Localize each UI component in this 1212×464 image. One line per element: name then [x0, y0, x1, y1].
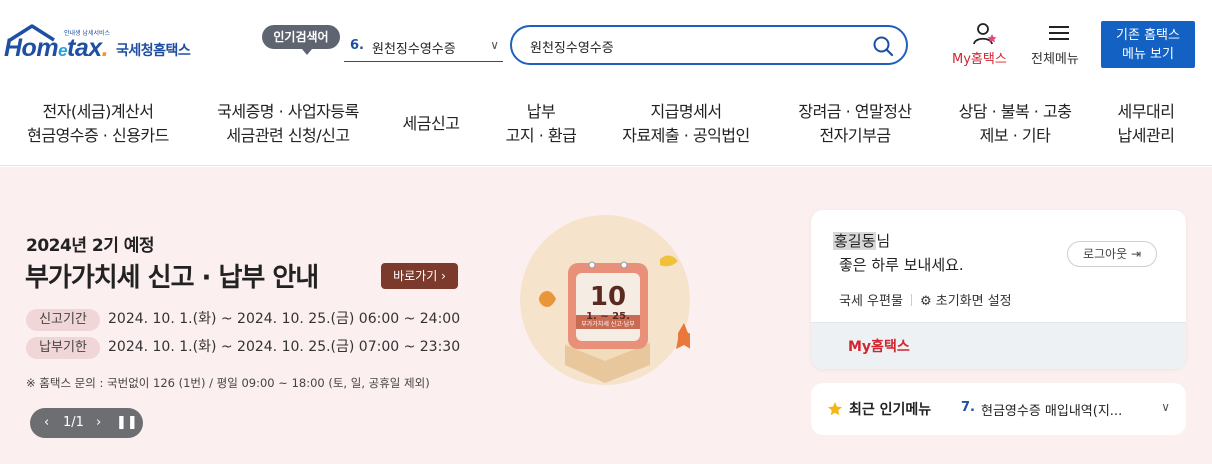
user-name: 홍길동	[833, 232, 877, 250]
home-setting-link[interactable]: 초기화면 설정	[936, 294, 1012, 309]
chevron-down-icon: ∨	[490, 38, 499, 52]
chevron-right-icon: ›	[441, 269, 446, 283]
payment-deadline-tag: 납부기한	[26, 337, 100, 359]
nav-payment-statement[interactable]: 지급명세서 자료제출 · 공익법인	[616, 100, 756, 148]
pause-icon[interactable]: ❚❚	[116, 415, 138, 430]
nav-payment[interactable]: 납부 고지 · 환급	[500, 100, 582, 148]
banner-go-button[interactable]: 바로가기 ›	[381, 263, 458, 289]
old-hometax-label-1: 기존 홈택스	[1116, 28, 1180, 43]
search-icon[interactable]	[872, 35, 894, 57]
old-hometax-label-2: 메뉴 보기	[1122, 47, 1174, 62]
popular-rank: 6.	[350, 38, 364, 53]
card-my-hometax-link[interactable]: My홈택스	[848, 336, 910, 356]
nav-e-invoice[interactable]: 전자(세금)계산서 현금영수증 · 신용카드	[24, 100, 172, 148]
logout-button[interactable]: 로그아웃 ⇥	[1067, 241, 1157, 267]
header: 안내생 납세서비스 Hometax. 국세청홈택스 인기검색어 6. 원천징수영…	[0, 0, 1212, 88]
card-footer: My홈택스	[811, 322, 1186, 369]
greeting-text: 좋은 하루 보내세요.	[839, 256, 964, 274]
recent-popular-menu[interactable]: 최근 인기메뉴 7. 현금영수증 매입내역(지... ∨	[811, 383, 1186, 435]
banner-payment-deadline: 납부기한 2024. 10. 1.(화) ~ 2024. 10. 25.(금) 0…	[26, 336, 460, 359]
svg-text:10: 10	[590, 282, 626, 312]
svg-text:부가가치세 신고·납부: 부가가치세 신고·납부	[581, 320, 635, 328]
gear-icon: ⚙	[919, 294, 932, 309]
nav-tax-filing[interactable]: 세금신고	[396, 112, 466, 136]
banner-title: 부가가치세 신고 · 납부 안내	[25, 263, 319, 293]
my-hometax-button[interactable]: My홈택스	[948, 22, 1020, 68]
card-links: 국세 우편물 ⚙ 초기화면 설정	[839, 290, 1012, 309]
logo-agency: 국세청홈택스	[116, 43, 191, 59]
nav-consult[interactable]: 상담 · 불복 · 고충 제보 · 기타	[950, 100, 1080, 148]
pager-count: 1/1	[63, 415, 84, 430]
old-hometax-button[interactable]: 기존 홈택스 메뉴 보기	[1101, 21, 1195, 68]
next-icon[interactable]: ›	[96, 415, 101, 430]
popular-search-badge: 인기검색어	[262, 25, 340, 55]
filing-period-text: 2024. 10. 1.(화) ~ 2024. 10. 25.(금) 06:00…	[108, 311, 461, 327]
all-menu-label: 전체메뉴	[1031, 52, 1079, 67]
recent-rank: 7.	[961, 400, 975, 415]
popular-term: 원천징수영수증	[372, 42, 456, 57]
prev-icon[interactable]: ‹	[44, 415, 49, 430]
user-icon	[973, 23, 997, 45]
logo-wordmark: Hometax.	[4, 34, 109, 62]
nav-incentive[interactable]: 장려금 · 연말정산 전자기부금	[790, 100, 920, 148]
menu-icon	[1049, 26, 1069, 40]
payment-deadline-text: 2024. 10. 1.(화) ~ 2024. 10. 25.(금) 07:00…	[108, 339, 461, 355]
filing-period-tag: 신고기간	[26, 309, 100, 331]
tax-mail-link[interactable]: 국세 우편물	[839, 294, 903, 309]
recent-text: 현금영수증 매입내역(지...	[981, 404, 1123, 419]
star-icon	[828, 402, 842, 416]
all-menu-button[interactable]: 전체메뉴	[1028, 22, 1090, 68]
user-card: 홍길동님 좋은 하루 보내세요. 로그아웃 ⇥ 국세 우편물 ⚙ 초기화면 설정 …	[811, 210, 1186, 369]
main-navigation: 전자(세금)계산서 현금영수증 · 신용카드 국세증명 · 사업자등록 세금관련 신…	[0, 88, 1212, 166]
popular-search-select[interactable]: 6. 원천징수영수증 ∨	[344, 30, 503, 62]
calendar-illustration: 10 1. ~ 25. 부가가치세 신고·납부	[520, 215, 698, 385]
search-box[interactable]: 원천징수영수증	[510, 25, 908, 65]
hometax-logo[interactable]: 안내생 납세서비스 Hometax. 국세청홈택스	[4, 22, 209, 68]
my-hometax-label: My홈택스	[952, 52, 1007, 67]
search-input[interactable]: 원천징수영수증	[530, 37, 614, 56]
banner-subtitle: 2024년 2기 예정	[26, 236, 155, 256]
user-greeting-line: 홍길동님	[833, 232, 891, 250]
nav-tax-agent[interactable]: 세무대리 납세관리	[1108, 100, 1184, 148]
banner-filing-period: 신고기간 2024. 10. 1.(화) ~ 2024. 10. 25.(금) 0…	[26, 308, 460, 331]
banner-contact-note: ※ 홈택스 문의 : 국번없이 126 (1번) / 평일 09:00 ~ 18…	[26, 376, 430, 390]
banner-pager: ‹ 1/1 › ❚❚	[30, 408, 143, 438]
chevron-down-icon: ∨	[1161, 400, 1170, 414]
main-banner-area: 2024년 2기 예정 부가가치세 신고 · 납부 안내 바로가기 › 신고기간…	[0, 167, 1212, 464]
recent-title: 최근 인기메뉴	[849, 402, 932, 418]
logout-icon: ⇥	[1130, 247, 1142, 261]
nav-certificates[interactable]: 국세증명 · 사업자등록 세금관련 신청/신고	[208, 100, 368, 148]
calendar-icon: 10 1. ~ 25. 부가가치세 신고·납부	[539, 255, 698, 383]
